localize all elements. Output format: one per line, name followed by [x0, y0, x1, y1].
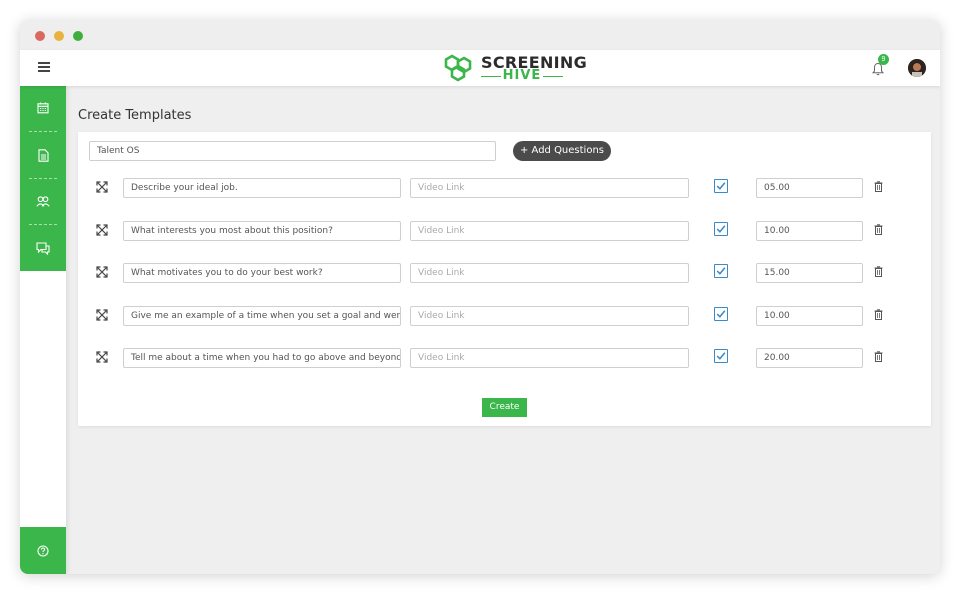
- video-link-input[interactable]: Video Link: [410, 178, 689, 198]
- question-checkbox[interactable]: [714, 349, 728, 363]
- trash-icon[interactable]: [874, 351, 883, 362]
- question-row: Tell me about a time when you had to go …: [78, 348, 931, 368]
- question-checkbox[interactable]: [714, 306, 728, 321]
- answer-time-input[interactable]: 10.00: [756, 220, 863, 241]
- avatar[interactable]: [908, 59, 926, 77]
- question-checkbox[interactable]: [714, 264, 728, 278]
- video-link-input[interactable]: Video Link: [410, 348, 689, 368]
- answer-time-input[interactable]: 20.00: [756, 348, 863, 368]
- question-row: What motivates you to do your best work?…: [78, 263, 931, 283]
- help-icon: [37, 544, 49, 557]
- question-text-input[interactable]: What motivates you to do your best work?: [123, 263, 401, 283]
- hive-logo-icon: [444, 54, 472, 82]
- question-text-input[interactable]: Give me an example of a time when you se…: [123, 305, 401, 326]
- window-maximize-button[interactable]: [73, 31, 83, 41]
- notification-badge: 9: [878, 54, 889, 65]
- drag-handle-icon[interactable]: [95, 180, 109, 194]
- add-questions-button[interactable]: + Add Questions: [513, 141, 611, 161]
- sidebar-item-candidates[interactable]: [20, 179, 66, 223]
- create-button[interactable]: Create: [482, 398, 527, 417]
- sidebar-help[interactable]: [20, 527, 66, 574]
- drag-handle-icon[interactable]: [95, 265, 109, 279]
- sidebar-separator: [29, 224, 57, 225]
- sidebar-separator: [29, 131, 57, 132]
- question-text-input[interactable]: What interests you most about this posit…: [123, 220, 401, 241]
- template-form-card: Talent OS + Add Questions Describe your …: [78, 132, 931, 426]
- drag-handle-icon[interactable]: [95, 308, 109, 322]
- sidebar-nav: [20, 86, 66, 271]
- brand-logo[interactable]: SCREENING HIVE: [444, 53, 587, 83]
- question-text-input[interactable]: Describe your ideal job.: [123, 178, 401, 198]
- brand-name-line2: HIVE: [502, 68, 542, 83]
- sidebar: [20, 86, 66, 574]
- page-title: Create Templates: [78, 108, 192, 123]
- answer-time-input[interactable]: 10.00: [756, 305, 863, 326]
- chat-icon: [36, 241, 50, 255]
- top-navbar: SCREENING HIVE 9: [20, 50, 940, 86]
- users-icon: [36, 195, 50, 207]
- sidebar-item-calendar[interactable]: [20, 86, 66, 130]
- trash-icon[interactable]: [874, 308, 883, 320]
- question-checkbox[interactable]: [714, 179, 728, 193]
- window-close-button[interactable]: [35, 31, 45, 41]
- video-link-input[interactable]: Video Link: [410, 263, 689, 283]
- video-link-input[interactable]: Video Link: [410, 220, 689, 241]
- drag-handle-icon[interactable]: [95, 223, 109, 237]
- video-link-input[interactable]: Video Link: [410, 305, 689, 326]
- drag-handle-icon[interactable]: [95, 350, 109, 364]
- trash-icon[interactable]: [874, 223, 883, 235]
- question-text-input[interactable]: Tell me about a time when you had to go …: [123, 348, 401, 368]
- app-window: SCREENING HIVE 9 Create Templates Talent…: [20, 20, 940, 574]
- template-name-input[interactable]: Talent OS: [89, 141, 496, 161]
- sidebar-item-messages[interactable]: [20, 226, 66, 270]
- question-row: Give me an example of a time when you se…: [78, 305, 931, 326]
- trash-icon[interactable]: [874, 266, 883, 277]
- answer-time-input[interactable]: 15.00: [756, 263, 863, 283]
- window-minimize-button[interactable]: [54, 31, 64, 41]
- document-icon: [37, 148, 49, 162]
- question-checkbox[interactable]: [714, 221, 728, 236]
- question-row: Describe your ideal job. Video Link 05.0…: [78, 178, 931, 198]
- answer-time-input[interactable]: 05.00: [756, 178, 863, 198]
- question-row: What interests you most about this posit…: [78, 220, 931, 241]
- calendar-icon: [37, 102, 49, 114]
- sidebar-item-documents[interactable]: [20, 133, 66, 177]
- menu-icon[interactable]: [38, 62, 50, 72]
- trash-icon[interactable]: [874, 181, 883, 192]
- window-titlebar: [20, 20, 940, 50]
